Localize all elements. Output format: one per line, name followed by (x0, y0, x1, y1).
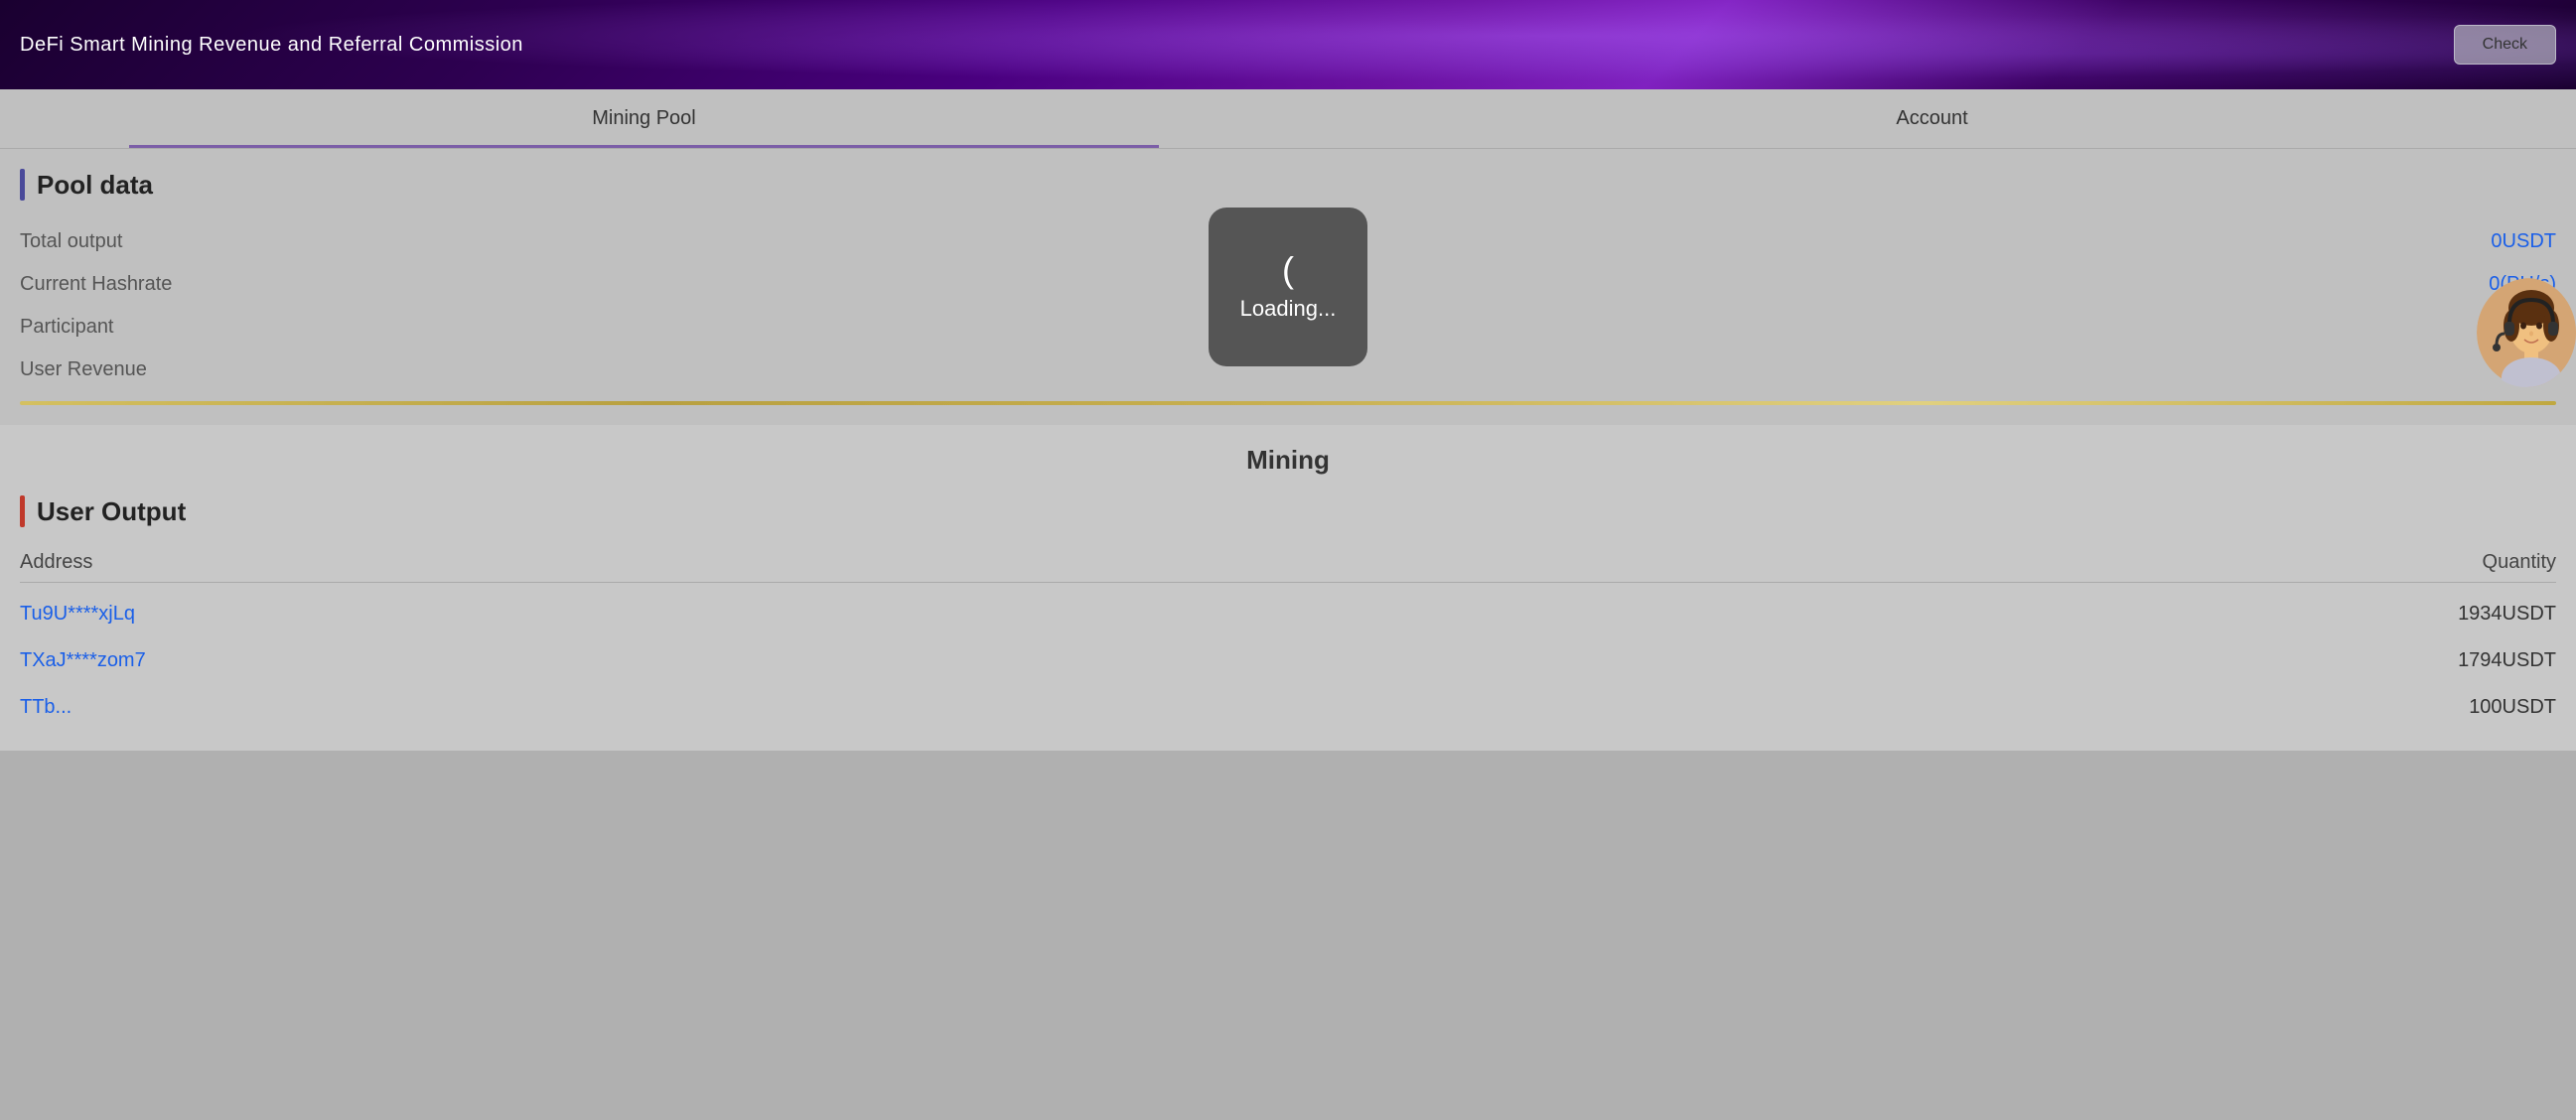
pool-label-hashrate: Current Hashrate (20, 273, 172, 296)
row-address-2[interactable]: TTb... (20, 696, 72, 719)
gold-divider (20, 401, 2556, 405)
pool-label-user-revenue: User Revenue (20, 358, 147, 381)
header-banner: DeFi Smart Mining Revenue and Referral C… (0, 0, 2576, 89)
tab-account[interactable]: Account (1288, 89, 2576, 148)
table-row: TXaJ****zom7 1794USDT (20, 637, 2556, 684)
row-address-0[interactable]: Tu9U****xjLq (20, 603, 135, 626)
pool-label-total-output: Total output (20, 230, 122, 253)
avatar (2477, 278, 2576, 387)
col-address: Address (20, 551, 92, 574)
col-quantity: Quantity (2483, 551, 2556, 574)
avatar-container[interactable] (2477, 278, 2576, 387)
pool-value-total-output: 0USDT (2491, 230, 2556, 253)
user-output-section: User Output Address Quantity Tu9U****xjL… (20, 495, 2556, 731)
table-row: Tu9U****xjLq 1934USDT (20, 591, 2556, 637)
table-header: Address Quantity (20, 543, 2556, 583)
mining-title: Mining (20, 445, 2556, 476)
main-content: ( Loading... Pool data Total output 0USD… (0, 149, 2576, 425)
pool-data-heading: Pool data (20, 169, 2556, 201)
tabs-container: Mining Pool Account (0, 89, 2576, 149)
row-quantity-2: 100USDT (2469, 696, 2556, 719)
user-output-heading: User Output (20, 495, 2556, 527)
mining-section: Mining User Output Address Quantity Tu9U… (0, 425, 2576, 751)
tab-mining-pool[interactable]: Mining Pool (0, 89, 1288, 148)
row-quantity-0: 1934USDT (2458, 603, 2556, 626)
loading-paren: ( (1282, 252, 1294, 288)
loading-text: Loading... (1240, 296, 1337, 322)
pool-label-participant: Participant (20, 316, 114, 339)
header-title: DeFi Smart Mining Revenue and Referral C… (20, 34, 523, 57)
row-quantity-1: 1794USDT (2458, 649, 2556, 672)
table-row: TTb... 100USDT (20, 684, 2556, 731)
row-address-1[interactable]: TXaJ****zom7 (20, 649, 146, 672)
check-button[interactable]: Check (2454, 25, 2556, 65)
loading-overlay: ( Loading... (1209, 208, 1367, 366)
